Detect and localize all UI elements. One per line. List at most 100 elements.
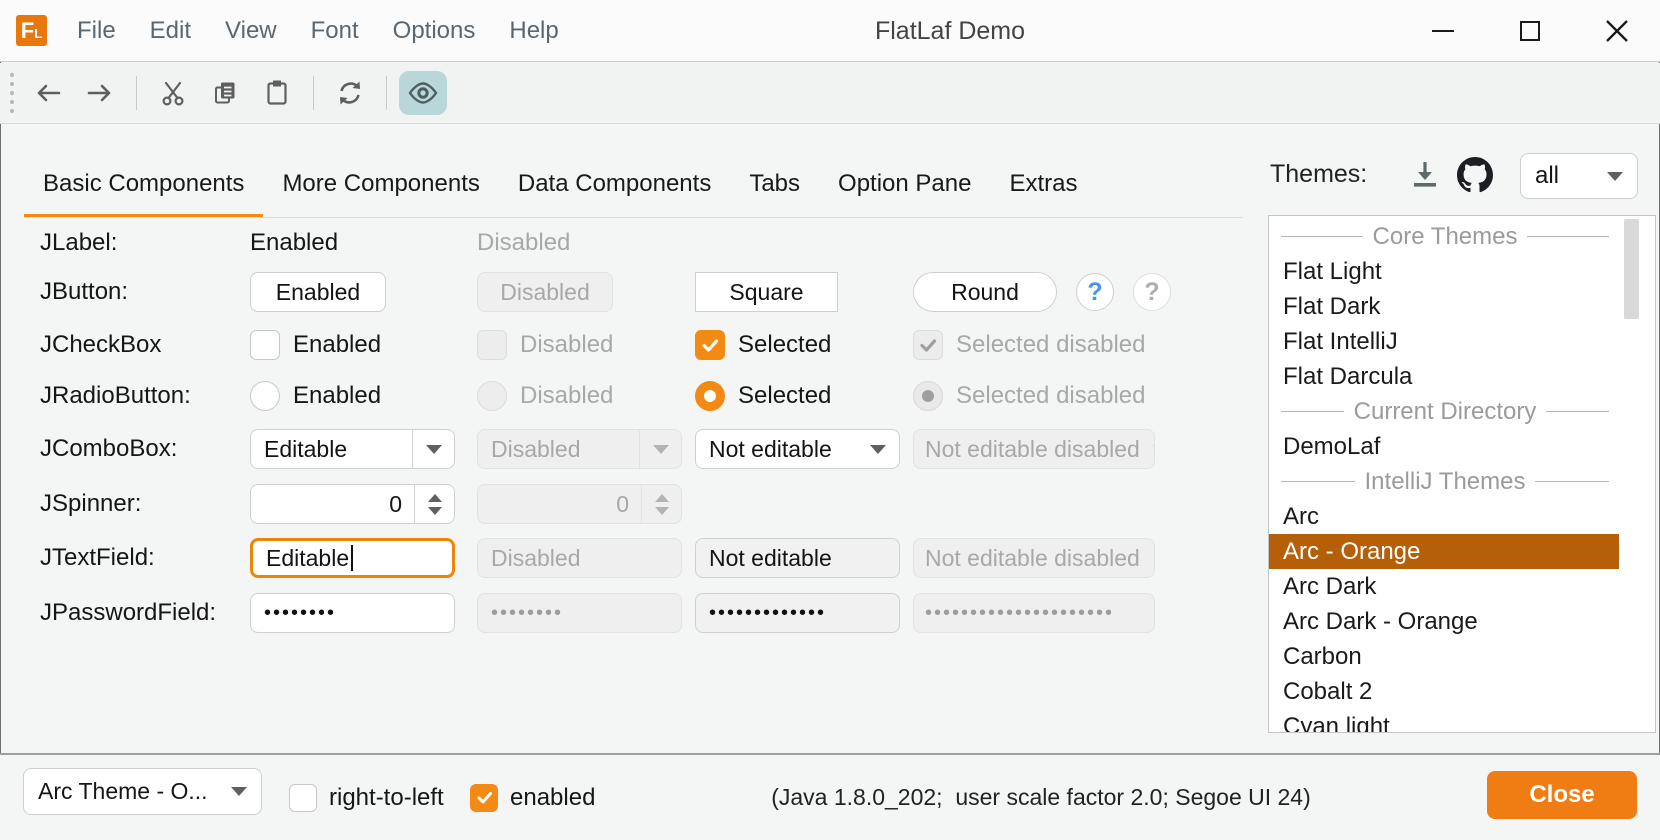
copy-button[interactable]	[201, 71, 249, 115]
theme-item[interactable]: Carbon	[1269, 639, 1619, 674]
textfield-disabled: Disabled	[477, 538, 682, 578]
maximize-button[interactable]	[1486, 0, 1573, 62]
radio-selected-disabled	[913, 381, 943, 411]
close-window-button[interactable]	[1573, 0, 1660, 62]
jbutton-round[interactable]: Round	[913, 272, 1057, 312]
theme-selector-combobox[interactable]: Arc Theme - O...	[23, 768, 262, 815]
combobox-disabled: Disabled	[477, 429, 682, 469]
theme-item[interactable]: Cobalt 2	[1269, 674, 1619, 709]
jcombobox-row: JComboBox: Editable Disabled Not editabl…	[0, 427, 1240, 471]
github-button[interactable]	[1456, 156, 1494, 194]
show-toggle-button[interactable]	[399, 71, 447, 115]
radio-enabled[interactable]	[250, 381, 280, 411]
enabled-checkbox-group: enabled	[470, 755, 595, 840]
app-logo-text: FL	[21, 15, 42, 46]
eye-icon	[406, 77, 440, 109]
jbutton-enabled[interactable]: Enabled	[250, 272, 386, 312]
combobox-editable[interactable]: Editable	[250, 429, 455, 469]
theme-item[interactable]: Arc	[1269, 499, 1619, 534]
checkbox-disabled	[477, 330, 507, 360]
jlabel-enabled: Enabled	[250, 229, 338, 257]
jpasswordfield-row: JPasswordField: •••••••• •••••••• ••••••…	[0, 591, 1240, 635]
checkbox-enabled[interactable]	[250, 330, 280, 360]
spinner-buttons	[641, 485, 681, 523]
tab-more-components[interactable]: More Components	[263, 150, 498, 218]
combobox-arrow-button	[1140, 430, 1155, 468]
theme-item[interactable]: Flat Light	[1269, 254, 1619, 289]
toolbar-separator	[386, 76, 387, 110]
forward-button[interactable]	[76, 71, 124, 115]
jtextfield-row: JTextField: Editable Disabled Not editab…	[0, 536, 1240, 580]
refresh-button[interactable]	[326, 71, 374, 115]
jbutton-row: JButton: Enabled Disabled Square Round ?…	[0, 270, 1240, 314]
themes-list: Core Themes Flat Light Flat Dark Flat In…	[1268, 215, 1656, 733]
scrollbar-thumb[interactable]	[1624, 219, 1639, 319]
theme-item[interactable]: Flat Darcula	[1269, 359, 1619, 394]
theme-item[interactable]: Arc Dark	[1269, 569, 1619, 604]
minimize-button[interactable]	[1399, 0, 1486, 62]
chevron-down-icon	[870, 445, 886, 454]
textfield-not-editable[interactable]: Not editable	[695, 538, 900, 578]
paste-button[interactable]	[253, 71, 301, 115]
spinner-down-icon	[428, 507, 442, 515]
tab-bar: Basic Components More Components Data Co…	[24, 150, 1096, 218]
theme-item[interactable]: DemoLaf	[1269, 429, 1619, 464]
menu-font[interactable]: Font	[294, 17, 376, 45]
themes-filter-combobox[interactable]: all	[1520, 153, 1638, 199]
jbutton-square[interactable]: Square	[695, 272, 838, 312]
spinner-buttons[interactable]	[414, 485, 454, 523]
rtl-checkbox[interactable]	[289, 784, 317, 812]
menu-options[interactable]: Options	[376, 17, 493, 45]
combobox-not-editable[interactable]: Not editable	[695, 429, 900, 469]
spinner-down-icon	[655, 507, 669, 515]
close-button[interactable]: Close	[1487, 771, 1637, 819]
jbutton-help-disabled[interactable]: ?	[1133, 273, 1171, 311]
theme-item[interactable]: Cyan light	[1269, 709, 1619, 733]
enabled-checkbox[interactable]	[470, 784, 498, 812]
download-themes-button[interactable]	[1406, 156, 1444, 194]
checkbox-selected[interactable]	[695, 330, 725, 360]
combobox-arrow-button[interactable]	[412, 430, 454, 468]
passwordfield-not-editable[interactable]: •••••••••••••	[695, 593, 900, 633]
jcombobox-label: JComboBox:	[40, 435, 177, 463]
chevron-down-icon	[1607, 172, 1623, 181]
back-button[interactable]	[24, 71, 72, 115]
combobox-arrow-button	[639, 430, 681, 468]
rtl-checkbox-group: right-to-left	[289, 755, 444, 840]
spinner-value[interactable]: 0	[251, 491, 414, 518]
cut-button[interactable]	[149, 71, 197, 115]
spinner-enabled[interactable]: 0	[250, 484, 455, 524]
chevron-down-icon	[1153, 445, 1155, 454]
menu-edit[interactable]: Edit	[133, 17, 208, 45]
tab-data-components[interactable]: Data Components	[499, 150, 730, 218]
passwordfield-disabled: ••••••••	[477, 593, 682, 633]
textfield-editable[interactable]: Editable	[250, 538, 455, 578]
chevron-down-icon	[426, 445, 442, 454]
jbutton-help[interactable]: ?	[1076, 273, 1114, 311]
radio-selected[interactable]	[695, 381, 725, 411]
jbutton-disabled[interactable]: Disabled	[477, 272, 613, 312]
jspinner-row: JSpinner: 0 0	[0, 482, 1240, 526]
theme-item-selected[interactable]: Arc - Orange	[1269, 534, 1619, 569]
menu-file[interactable]: File	[60, 17, 133, 45]
tab-basic-components[interactable]: Basic Components	[24, 150, 263, 218]
enabled-checkbox-label: enabled	[510, 784, 595, 812]
theme-group-separator: IntelliJ Themes	[1281, 464, 1609, 499]
tab-tabs[interactable]: Tabs	[730, 150, 819, 218]
text-caret	[351, 545, 353, 571]
menu-view[interactable]: View	[208, 17, 294, 45]
radio-dot	[704, 390, 716, 402]
rtl-checkbox-label: right-to-left	[329, 784, 444, 812]
theme-item[interactable]: Flat Dark	[1269, 289, 1619, 324]
theme-item[interactable]: Flat IntelliJ	[1269, 324, 1619, 359]
toolbar-grip[interactable]	[10, 73, 14, 113]
passwordfield-enabled[interactable]: ••••••••	[250, 593, 455, 633]
cut-icon	[159, 79, 187, 107]
tab-option-pane[interactable]: Option Pane	[819, 150, 990, 218]
app-logo-icon: FL	[16, 15, 47, 46]
back-arrow-icon	[32, 77, 64, 109]
toolbar	[0, 63, 1660, 124]
theme-item[interactable]: Arc Dark - Orange	[1269, 604, 1619, 639]
combobox-arrow-button[interactable]	[857, 430, 899, 468]
tab-extras[interactable]: Extras	[990, 150, 1096, 218]
